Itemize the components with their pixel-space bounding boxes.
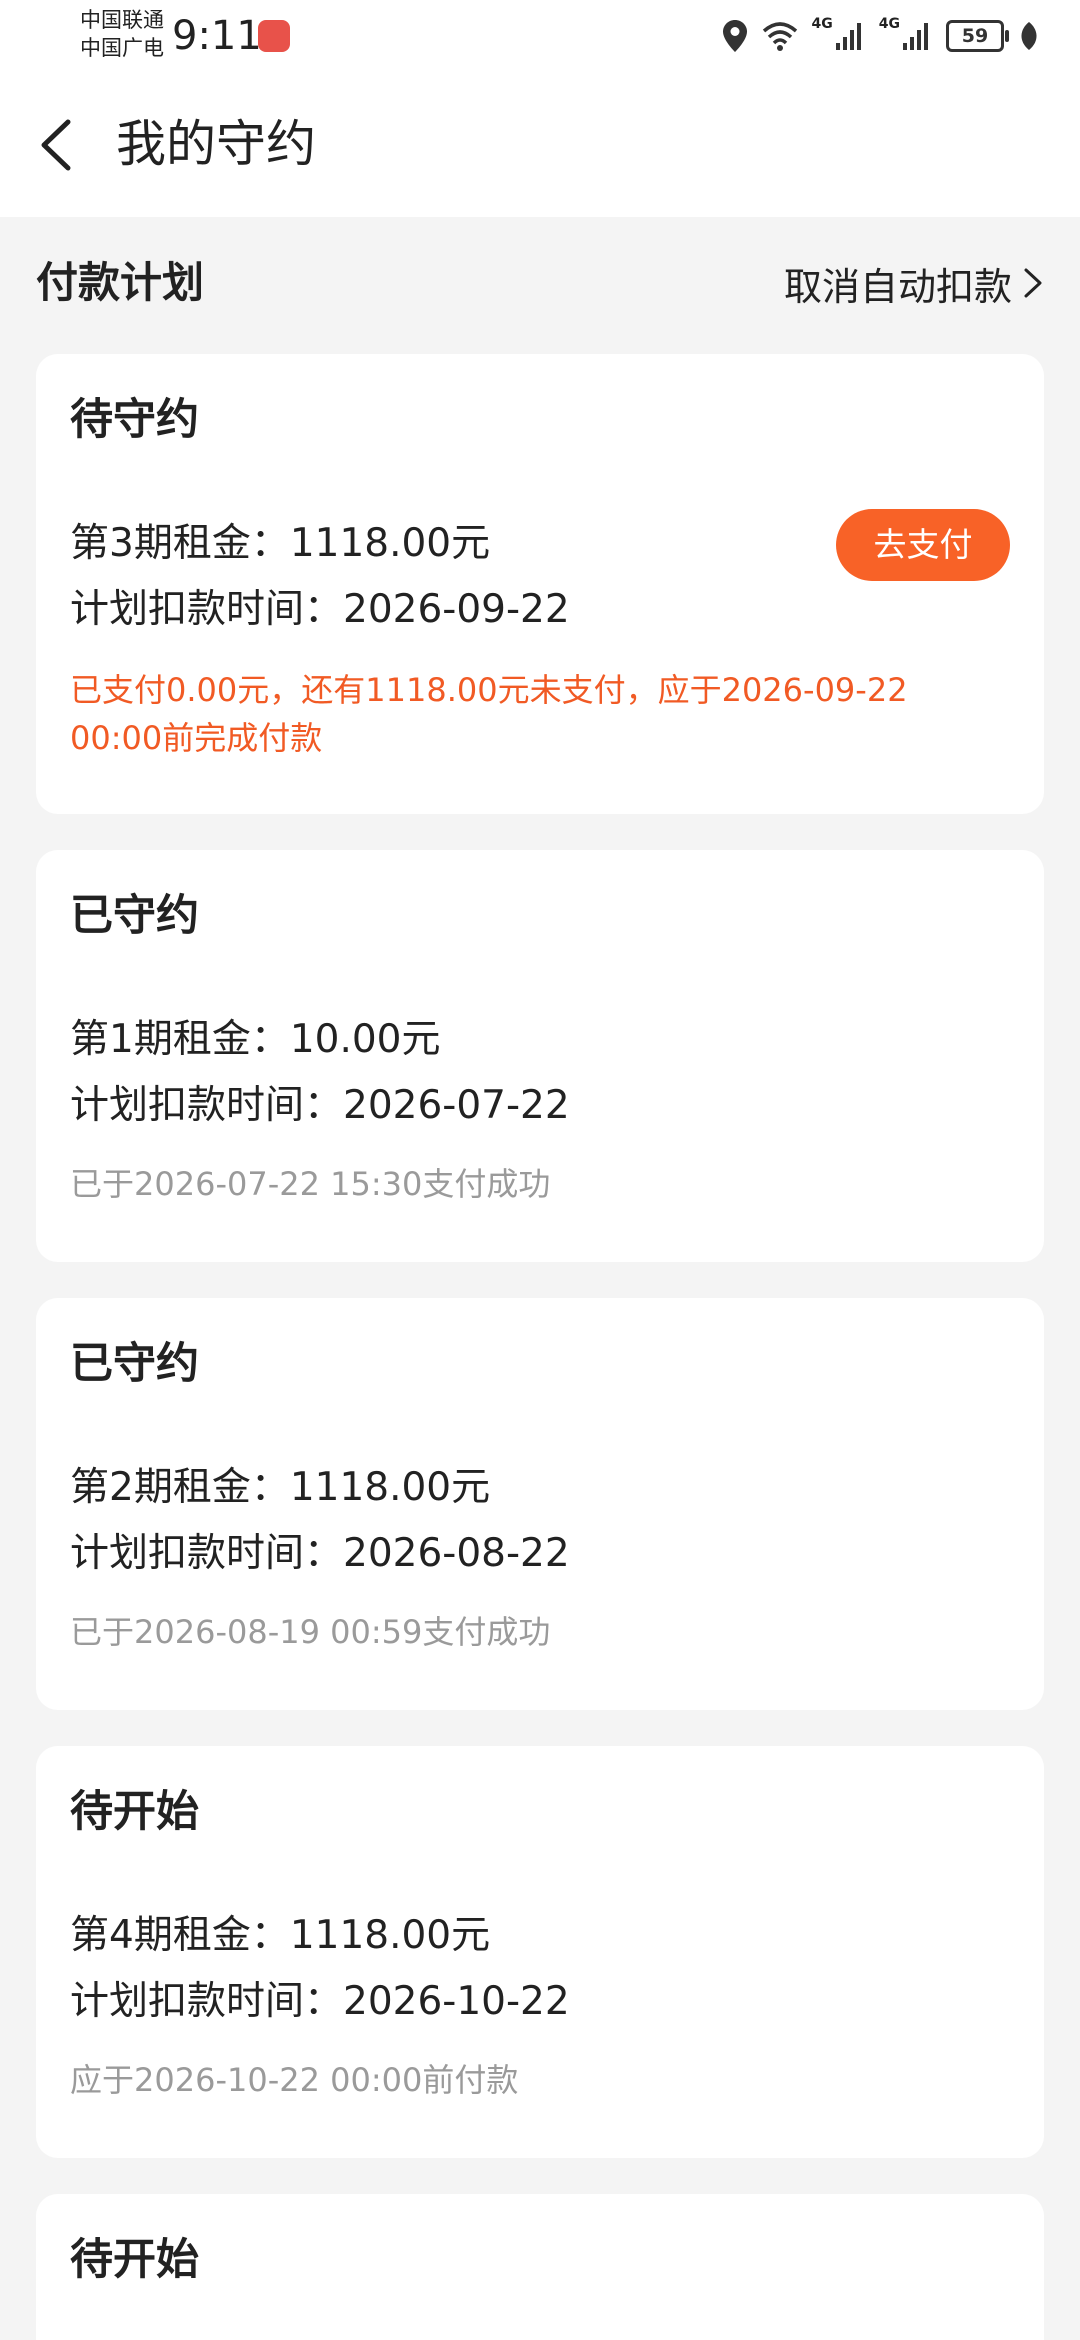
payment-card: 已守约 第2期租金：1118.00元 计划扣款时间：2026-08-22 已于2… bbox=[36, 1298, 1044, 1710]
carrier-name-2: 中国广电 bbox=[80, 36, 164, 60]
back-button[interactable] bbox=[30, 110, 86, 180]
cancel-auto-debit-label: 取消自动扣款 bbox=[783, 264, 1012, 309]
status-icons: 4G 4G 59 bbox=[722, 16, 1040, 56]
rent-amount: 第4期租金：1118.00元 bbox=[70, 1913, 491, 1958]
scheduled-debit-time: 计划扣款时间：2026-08-22 bbox=[70, 1531, 570, 1576]
card-status: 待守约 bbox=[70, 395, 199, 445]
scheduled-debit-time: 计划扣款时间：2026-07-22 bbox=[70, 1083, 570, 1128]
card-status: 已守约 bbox=[70, 891, 199, 941]
payment-card: 待开始 bbox=[36, 2194, 1044, 2340]
scheduled-debit-time: 计划扣款时间：2026-10-22 bbox=[70, 1979, 570, 2024]
network-type-2: 4G bbox=[878, 16, 900, 32]
network-type-1: 4G bbox=[811, 16, 833, 32]
pay-button[interactable]: 去支付 bbox=[836, 509, 1010, 581]
battery-icon: 59 bbox=[946, 20, 1009, 52]
rent-amount: 第3期租金：1118.00元 bbox=[70, 521, 491, 566]
payment-note: 应于2026-10-22 00:00前付款 bbox=[70, 2061, 519, 2099]
signal-icon-1 bbox=[835, 23, 861, 50]
payment-card: 待开始 第4期租金：1118.00元 计划扣款时间：2026-10-22 应于2… bbox=[36, 1746, 1044, 2158]
chevron-right-icon bbox=[1024, 268, 1042, 298]
page-header: 我的守约 bbox=[0, 72, 1080, 217]
payment-card: 待守约 第3期租金：1118.00元 计划扣款时间：2026-09-22 已支付… bbox=[36, 354, 1044, 814]
carrier-name-1: 中国联通 bbox=[80, 8, 164, 32]
payment-note: 已于2026-08-19 00:59支付成功 bbox=[70, 1613, 551, 1651]
app-notification-icon bbox=[258, 20, 290, 52]
card-status: 待开始 bbox=[70, 1787, 199, 1837]
status-time: 9:11 bbox=[172, 13, 262, 59]
payment-warning: 已支付0.00元，还有1118.00元未支付，应于2026-09-22 00:0… bbox=[70, 671, 908, 757]
location-icon bbox=[722, 20, 747, 52]
cancel-auto-debit-link[interactable]: 取消自动扣款 bbox=[784, 255, 1044, 311]
scheduled-debit-time: 计划扣款时间：2026-09-22 bbox=[70, 587, 570, 632]
card-status: 待开始 bbox=[70, 2235, 199, 2285]
rent-amount: 第2期租金：1118.00元 bbox=[70, 1465, 491, 1510]
payment-card: 已守约 第1期租金：10.00元 计划扣款时间：2026-07-22 已于202… bbox=[36, 850, 1044, 1262]
leaf-icon bbox=[1021, 22, 1037, 50]
signal-icon-2 bbox=[903, 23, 928, 50]
wifi-icon bbox=[762, 22, 797, 51]
section-title: 付款计划 bbox=[36, 258, 205, 307]
carrier-info: 中国联通 中国广电 bbox=[80, 6, 164, 62]
status-bar: 中国联通 中国广电 9:11 4G 4G 59 bbox=[0, 0, 1080, 72]
page-title: 我的守约 bbox=[116, 115, 316, 173]
payment-note: 已于2026-07-22 15:30支付成功 bbox=[70, 1165, 551, 1203]
chevron-left-icon bbox=[41, 119, 71, 171]
card-status: 已守约 bbox=[70, 1339, 199, 1389]
rent-amount: 第1期租金：10.00元 bbox=[70, 1017, 441, 1062]
